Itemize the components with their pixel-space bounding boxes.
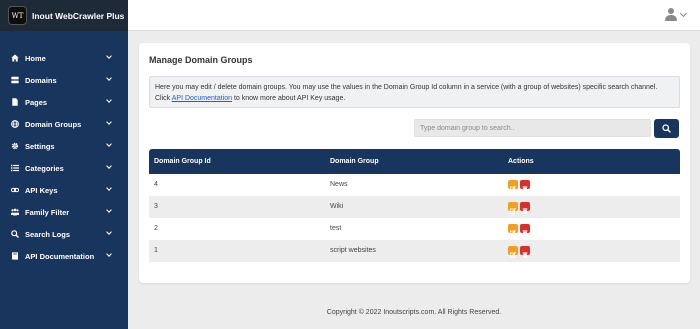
domain-group-name: script websites [330, 247, 376, 254]
sidebar-item-home[interactable]: Home [0, 47, 128, 69]
chevron-down-icon [106, 141, 112, 147]
trash-icon [522, 246, 528, 268]
sidebar-item-label: Settings [25, 141, 55, 151]
chevron-down-icon [679, 9, 688, 18]
info-message: Here you may edit / delete domain groups… [149, 76, 680, 108]
chevron-down-icon [106, 163, 112, 169]
chevron-down-icon [106, 185, 112, 191]
delete-button[interactable] [520, 202, 530, 214]
table-header: Domain Group Id Domain Group Actions [149, 149, 680, 174]
domain-groups-card: Manage Domain Groups Here you may edit /… [139, 43, 690, 283]
domain-group-id: 4 [154, 181, 158, 188]
chevron-down-icon [106, 53, 112, 59]
column-header-actions: Actions [508, 158, 534, 165]
sidebar-item-settings[interactable]: Settings [0, 135, 128, 157]
domain-group-id: 3 [154, 203, 158, 210]
gear-icon [11, 142, 19, 150]
sidebar-item-label: API Keys [25, 185, 58, 195]
sidebar-item-label: Domain Groups [25, 119, 82, 129]
row-actions [508, 202, 530, 214]
chevron-down-icon [106, 97, 112, 103]
edit-button[interactable] [508, 246, 518, 258]
api-documentation-link[interactable]: API Documentation [172, 95, 232, 102]
sidebar-item-label: API Documentation [25, 251, 95, 261]
row-actions [508, 246, 530, 258]
server-icon [11, 76, 19, 84]
delete-button[interactable] [520, 180, 530, 192]
table-row: 3 Wiki [149, 196, 680, 218]
list-icon [11, 164, 19, 172]
domain-groups-table: Domain Group Id Domain Group Actions 4 N… [149, 149, 680, 262]
sidebar-item-label: Pages [25, 97, 48, 107]
edit-icon [510, 246, 516, 268]
sidebar-item-pages[interactable]: Pages [0, 91, 128, 113]
column-header-id: Domain Group Id [154, 158, 211, 165]
row-actions [508, 224, 530, 236]
user-icon [664, 8, 678, 22]
info-text: to know more about API Key usage. [232, 95, 346, 102]
sidebar-item-domains[interactable]: Domains [0, 69, 128, 91]
link-icon [11, 186, 19, 194]
chevron-down-icon [106, 229, 112, 235]
chevron-down-icon [106, 251, 112, 257]
app-title: Inout WebCrawler Plus [32, 10, 125, 21]
chevron-down-icon [106, 75, 112, 81]
book-icon [11, 252, 19, 260]
sidebar-item-categories[interactable]: Categories [0, 157, 128, 179]
chevron-down-icon [106, 207, 112, 213]
edit-button[interactable] [508, 224, 518, 236]
table-row: 4 News [149, 174, 680, 196]
sidebar-item-label: Categories [25, 163, 64, 173]
search-button[interactable] [654, 119, 679, 138]
footer-copyright: Copyright © 2022 Inoutscripts.com. All R… [326, 309, 502, 316]
file-icon [11, 98, 19, 106]
sidebar-item-label: Domains [25, 75, 57, 85]
sidebar-item-family-filter[interactable]: Family Filter [0, 201, 128, 223]
domain-group-name: Wiki [330, 203, 344, 210]
table-row: 2 test [149, 218, 680, 240]
sidebar-item-label: Home [25, 53, 46, 63]
delete-button[interactable] [520, 246, 530, 258]
chevron-down-icon [106, 119, 112, 125]
app-logo[interactable]: WT Inout WebCrawler Plus [0, 0, 128, 31]
logo-badge: WT [8, 6, 27, 25]
table-row: 1 script websites [149, 240, 680, 262]
globe-icon [11, 120, 19, 128]
delete-button[interactable] [520, 224, 530, 236]
sidebar-item-search-logs[interactable]: Search Logs [0, 223, 128, 245]
domain-group-name: News [330, 181, 348, 188]
sidebar-item-label: Family Filter [25, 207, 70, 217]
column-header-name: Domain Group [330, 158, 379, 165]
users-icon [11, 208, 19, 216]
sidebar-item-label: Search Logs [25, 229, 71, 239]
page-title: Manage Domain Groups [149, 55, 253, 65]
edit-button[interactable] [508, 180, 518, 192]
sidebar-item-domain-groups[interactable]: Domain Groups [0, 113, 128, 135]
row-actions [508, 180, 530, 192]
domain-group-name: test [330, 225, 342, 232]
user-menu[interactable] [664, 8, 688, 22]
search-icon [662, 120, 671, 138]
sidebar: Home Domains Pages Domain Groups Setting… [0, 31, 128, 329]
edit-button[interactable] [508, 202, 518, 214]
sidebar-item-api-keys[interactable]: API Keys [0, 179, 128, 201]
search-icon [11, 230, 19, 238]
home-icon [11, 54, 19, 62]
domain-group-id: 1 [154, 247, 158, 254]
domain-group-id: 2 [154, 225, 158, 232]
domain-group-search-input[interactable] [414, 119, 651, 137]
sidebar-item-api-documentation[interactable]: API Documentation [0, 245, 128, 267]
top-bar: WT Inout WebCrawler Plus [0, 0, 700, 31]
